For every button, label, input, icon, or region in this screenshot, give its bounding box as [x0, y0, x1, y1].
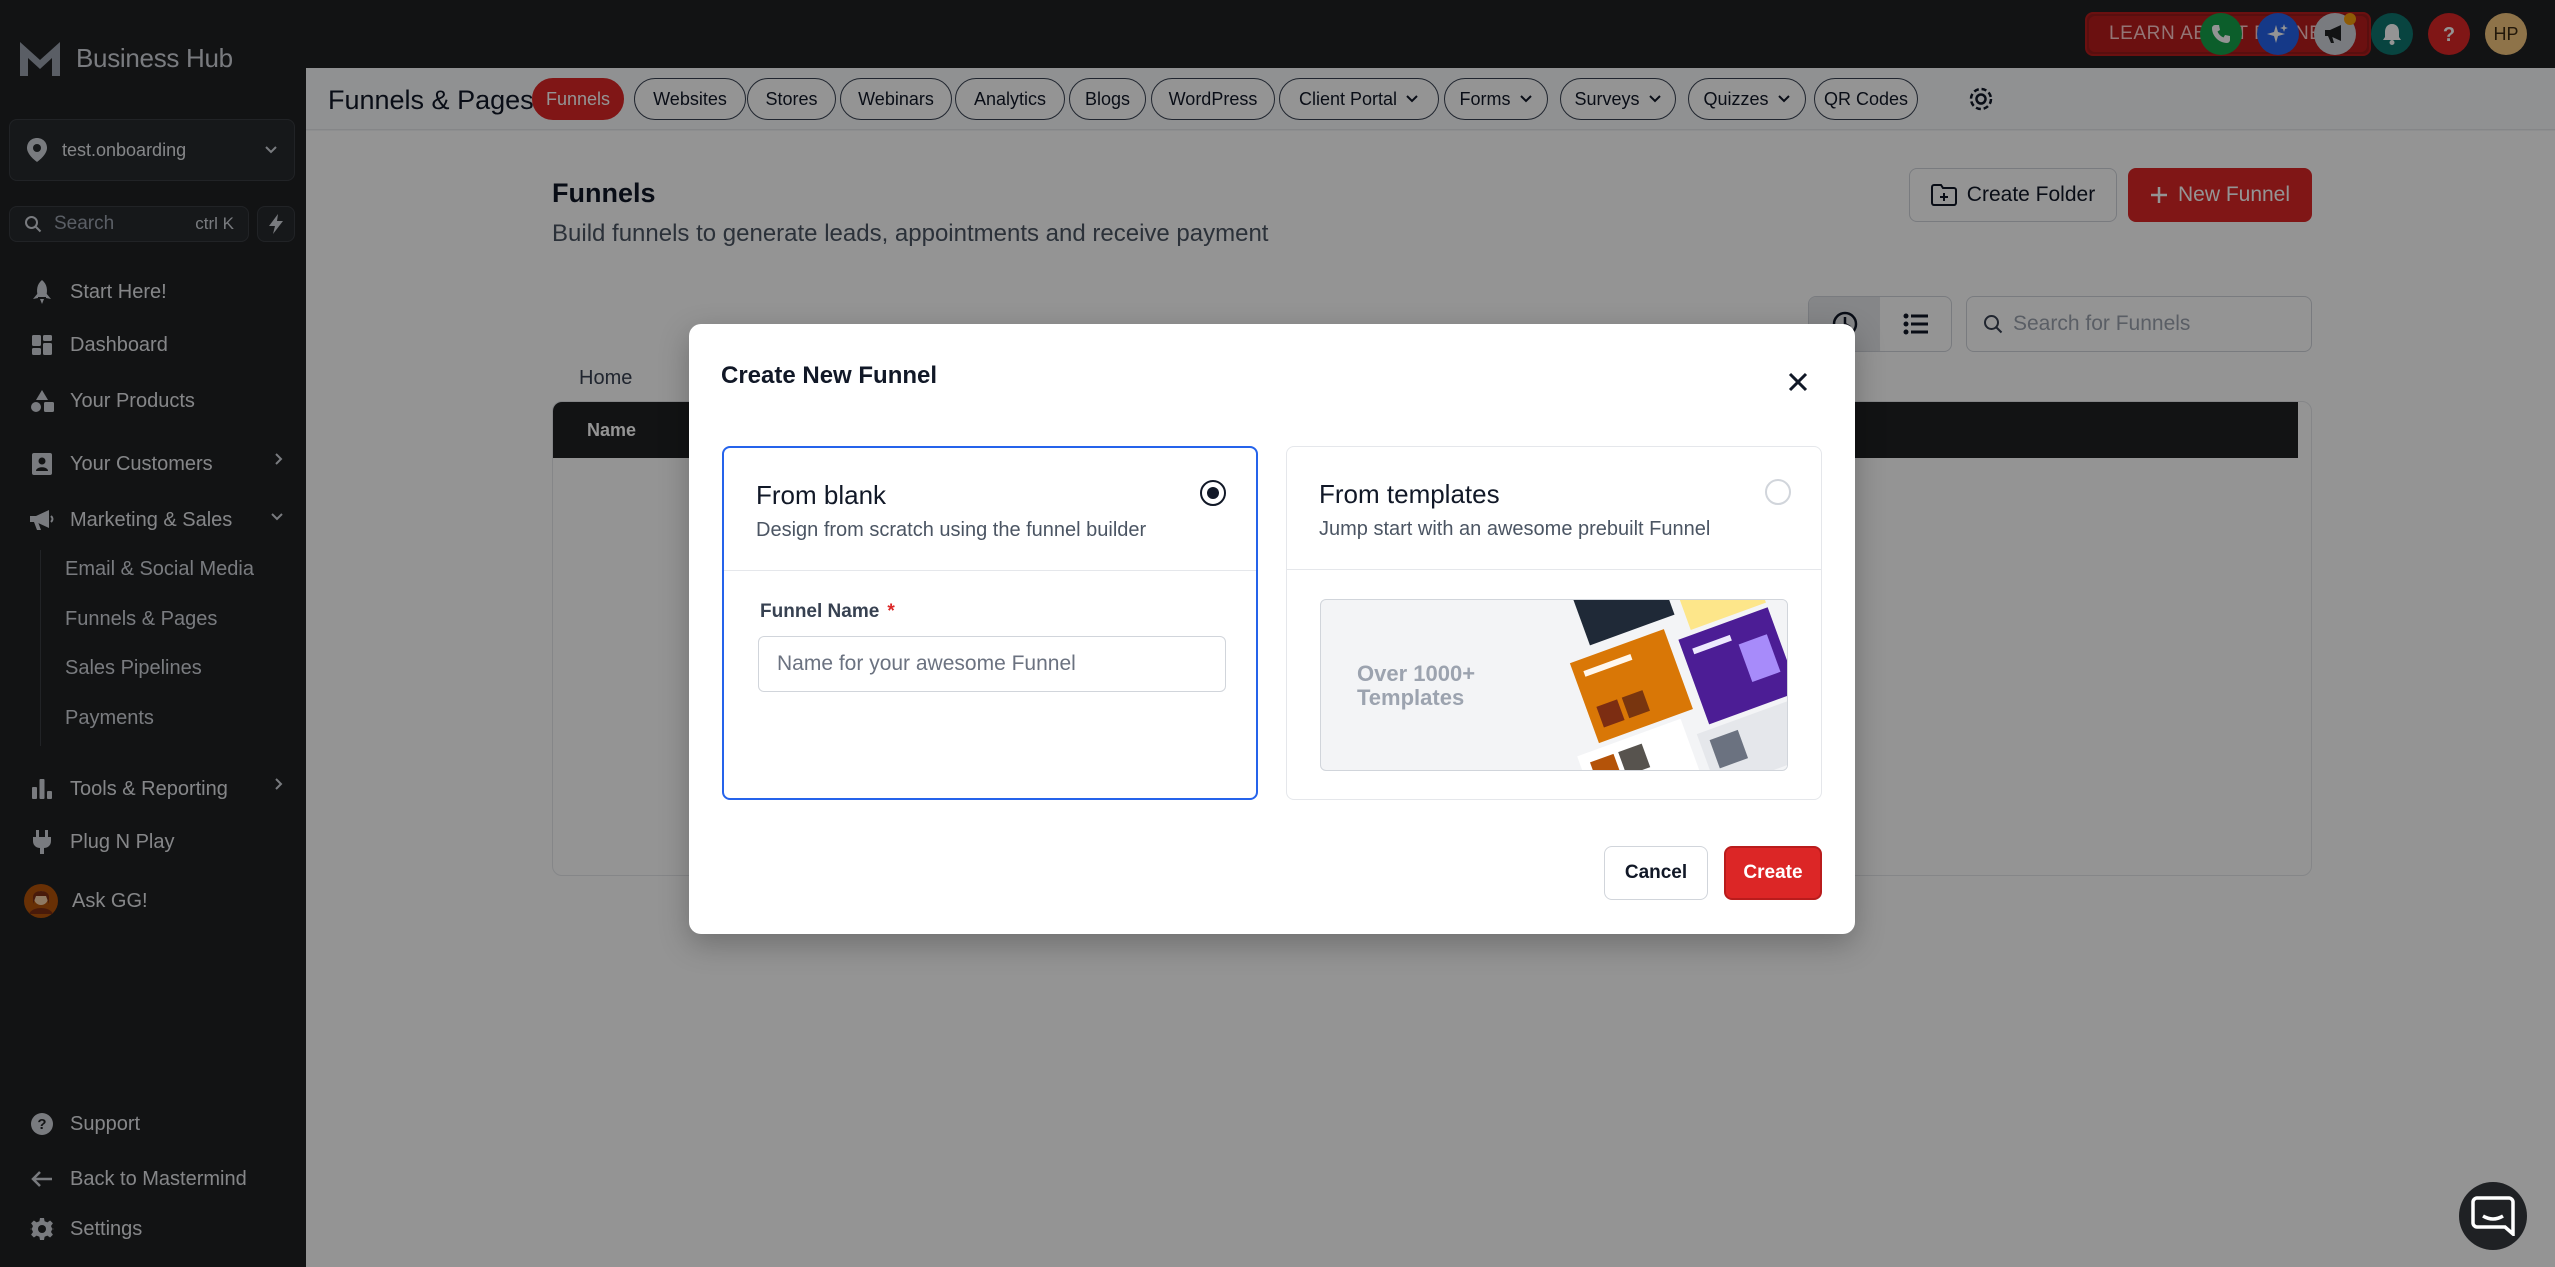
from-blank-radio[interactable]: [1200, 480, 1226, 506]
from-templates-option[interactable]: From templates Jump start with an awesom…: [1286, 446, 1822, 800]
divider: [1287, 569, 1821, 570]
funnel-name-label-text: Funnel Name: [760, 601, 880, 622]
close-icon: [1788, 372, 1808, 392]
create-funnel-modal: Create New Funnel From blank Design from…: [689, 324, 1855, 934]
from-templates-radio[interactable]: [1765, 479, 1791, 505]
templates-preview: Over 1000+ Templates: [1320, 599, 1788, 771]
chat-widget-button[interactable]: [2459, 1182, 2527, 1250]
from-blank-title: From blank: [756, 480, 887, 510]
divider: [724, 570, 1256, 571]
modal-title: Create New Funnel: [721, 362, 938, 389]
templates-preview-text: Over 1000+ Templates: [1357, 661, 1476, 710]
from-templates-title: From templates: [1319, 479, 1500, 509]
chat-icon: [2471, 1196, 2515, 1236]
from-blank-option[interactable]: From blank Design from scratch using the…: [722, 446, 1258, 800]
from-blank-description: Design from scratch using the funnel bui…: [756, 519, 1147, 541]
from-blank-header: From blank Design from scratch using the…: [756, 480, 1146, 542]
funnel-name-input[interactable]: [758, 636, 1226, 692]
from-templates-description: Jump start with an awesome prebuilt Funn…: [1319, 518, 1711, 540]
create-button[interactable]: Create: [1724, 846, 1822, 900]
cancel-button[interactable]: Cancel: [1604, 846, 1708, 900]
required-mark: *: [887, 601, 895, 622]
from-templates-header: From templates Jump start with an awesom…: [1319, 479, 1710, 541]
funnel-name-label: Funnel Name *: [760, 601, 895, 623]
templates-collage-image: [1497, 600, 1787, 770]
close-button[interactable]: [1784, 368, 1812, 396]
